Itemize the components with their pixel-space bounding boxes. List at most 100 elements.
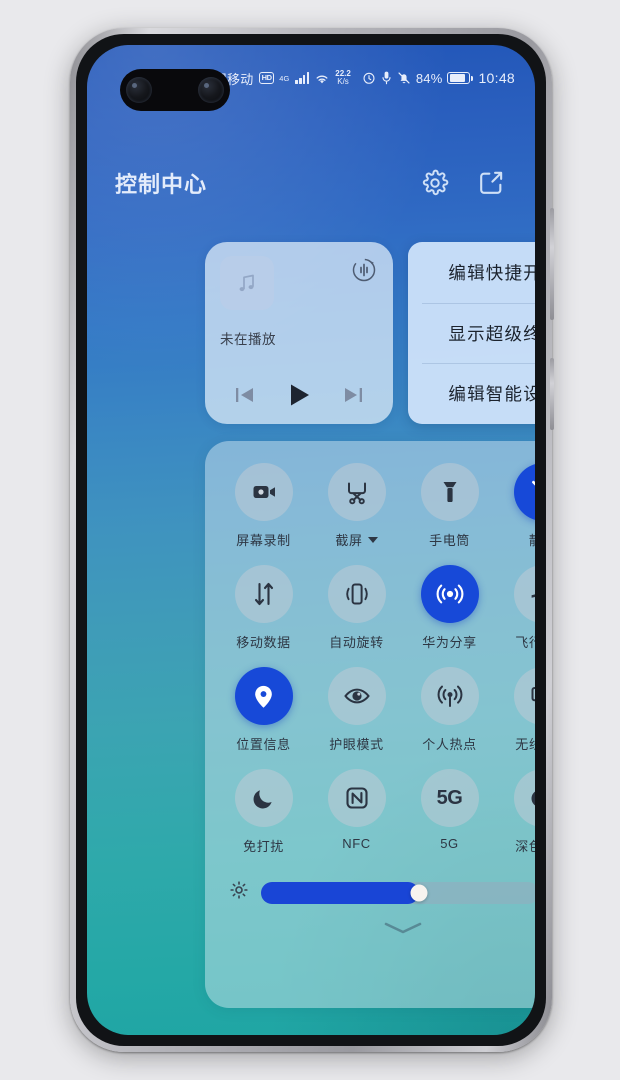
toggle-nfc[interactable]: NFC: [310, 769, 403, 871]
chevron-down-icon[interactable]: [367, 536, 378, 543]
toggle-eye-comfort[interactable]: 护眼模式: [310, 667, 403, 769]
brightness-slider[interactable]: [261, 881, 535, 904]
header-actions: [421, 169, 505, 197]
clock-label: 10:48: [478, 70, 515, 86]
toggle-label: 免打扰: [243, 839, 284, 854]
screen-record-icon: [234, 463, 293, 521]
volte-hd-icon: HD: [258, 71, 275, 85]
toggle-mute[interactable]: 静音: [496, 463, 535, 565]
camera-cutout: [120, 69, 230, 111]
5g-glyph: 5G: [436, 786, 463, 809]
battery-icon: [447, 72, 474, 84]
toggle-mobile-data[interactable]: 移动数据: [217, 565, 310, 667]
brightness-slider-row: [217, 871, 535, 908]
toggle-location[interactable]: 位置信息: [217, 667, 310, 769]
toggle-airplane-mode[interactable]: 飞行模式: [496, 565, 535, 667]
popup-item-label: 显示超级终端: [448, 323, 535, 344]
media-player-card[interactable]: 未在播放: [205, 242, 393, 424]
toggle-label: 屏幕录制: [236, 533, 291, 548]
front-camera-lens-left: [126, 77, 152, 103]
toggle-label: 护眼模式: [329, 737, 384, 752]
toggle-label: 华为分享: [422, 635, 477, 650]
alarm-icon: [362, 71, 376, 85]
airplane-icon: [513, 565, 535, 623]
nfc-icon: [327, 769, 386, 827]
popup-menu-item-edit-smart-devices[interactable]: 编辑智能设备: [408, 363, 535, 424]
popup-item-label: 编辑智能设备: [448, 384, 535, 405]
toggle-label: 位置信息: [236, 737, 291, 752]
toggle-hotspot[interactable]: 个人热点: [403, 667, 496, 769]
power-button[interactable]: [550, 358, 554, 430]
popup-menu-item-edit-shortcuts[interactable]: 编辑快捷开关: [408, 242, 535, 303]
toggle-row: 屏幕录制 截屏 手电筒: [217, 463, 535, 565]
phone-screen: 中国移动 HD 4G 22.2 K/s: [87, 45, 535, 1035]
dark-mode-icon: [513, 769, 535, 827]
toggle-label: 无线投屏: [515, 737, 535, 752]
network-speed-indicator: 22.2 K/s: [335, 69, 351, 86]
toggle-label: 移动数据: [236, 635, 291, 650]
screenshot-icon: [327, 463, 386, 521]
toggle-screen-record[interactable]: 屏幕录制: [217, 463, 310, 565]
chevron-down-icon[interactable]: [217, 920, 535, 936]
toggle-huawei-share[interactable]: 华为分享: [403, 565, 496, 667]
toggle-label: 个人热点: [422, 737, 477, 752]
toggle-label: 静音: [529, 530, 535, 549]
wifi-icon: [314, 72, 330, 85]
toggle-row: 移动数据 自动旋转 华为分享 飞: [217, 565, 535, 667]
toggle-screenshot[interactable]: 截屏: [310, 463, 403, 565]
toggle-label: 深色模式: [515, 839, 535, 854]
control-center-header: 控制中心: [87, 167, 535, 199]
toggle-label: NFC: [342, 836, 371, 851]
popup-item-label: 编辑快捷开关: [448, 262, 535, 283]
brightness-slider-knob[interactable]: [410, 884, 428, 901]
toggle-label: 手电筒: [429, 533, 470, 548]
eye-comfort-icon: [327, 667, 386, 725]
auto-rotate-icon: [327, 565, 386, 623]
media-status-label: 未在播放: [220, 332, 276, 347]
5g-text-icon: 5G: [420, 769, 479, 827]
toggle-label: 自动旋转: [329, 635, 384, 650]
toggle-wireless-projection[interactable]: 无线投屏: [496, 667, 535, 769]
toggle-5g[interactable]: 5G 5G: [403, 769, 496, 871]
toggle-auto-rotate[interactable]: 自动旋转: [310, 565, 403, 667]
next-track-icon[interactable]: [341, 384, 365, 406]
huawei-share-icon: [420, 565, 479, 623]
mute-bell-icon: [513, 463, 535, 521]
mobile-data-icon: [234, 565, 293, 623]
edit-popup-menu: 编辑快捷开关 显示超级终端 编辑智能设备: [408, 242, 535, 424]
music-note-icon: [220, 256, 274, 310]
toggle-row: 位置信息 护眼模式 个人热点 无: [217, 667, 535, 769]
toggle-flashlight[interactable]: 手电筒: [403, 463, 496, 565]
toggle-label: 飞行模式: [515, 635, 535, 650]
battery-percent-label: 84%: [415, 70, 443, 86]
audio-cast-icon[interactable]: [350, 256, 378, 289]
moon-icon: [234, 769, 293, 827]
quick-toggles-panel: 屏幕录制 截屏 手电筒 移动数据 自动旋转 华为分享 飞 位置信息 护眼模式 个…: [205, 441, 535, 1008]
network-type-label: 4G: [279, 73, 290, 83]
flashlight-icon: [420, 463, 479, 521]
brightness-low-icon: [229, 880, 249, 905]
mute-bell-icon: [397, 71, 411, 85]
location-pin-icon: [234, 667, 293, 725]
front-camera-lens-right: [198, 77, 224, 103]
popup-menu-item-show-super-device[interactable]: 显示超级终端: [408, 302, 535, 364]
media-card-top: [220, 256, 378, 310]
media-controls: [205, 380, 393, 410]
phone-bezel: 中国移动 HD 4G 22.2 K/s: [76, 34, 546, 1046]
battery-fill: [449, 74, 466, 82]
toggle-label: 截屏: [335, 530, 378, 549]
toggle-dark-mode[interactable]: 深色模式: [496, 769, 535, 871]
page-title: 控制中心: [115, 172, 208, 197]
brightness-fill: [261, 881, 420, 904]
previous-track-icon[interactable]: [233, 384, 257, 406]
wireless-cast-icon: [513, 667, 535, 725]
toggle-label: 5G: [440, 836, 459, 851]
phone-frame: 中国移动 HD 4G 22.2 K/s: [70, 28, 554, 1052]
edit-square-icon[interactable]: [477, 169, 505, 197]
toggle-do-not-disturb[interactable]: 免打扰: [217, 769, 310, 871]
hotspot-icon: [420, 667, 479, 725]
volume-button[interactable]: [550, 208, 554, 320]
play-icon[interactable]: [284, 380, 314, 410]
gear-icon[interactable]: [421, 169, 449, 197]
microphone-icon: [381, 71, 392, 85]
